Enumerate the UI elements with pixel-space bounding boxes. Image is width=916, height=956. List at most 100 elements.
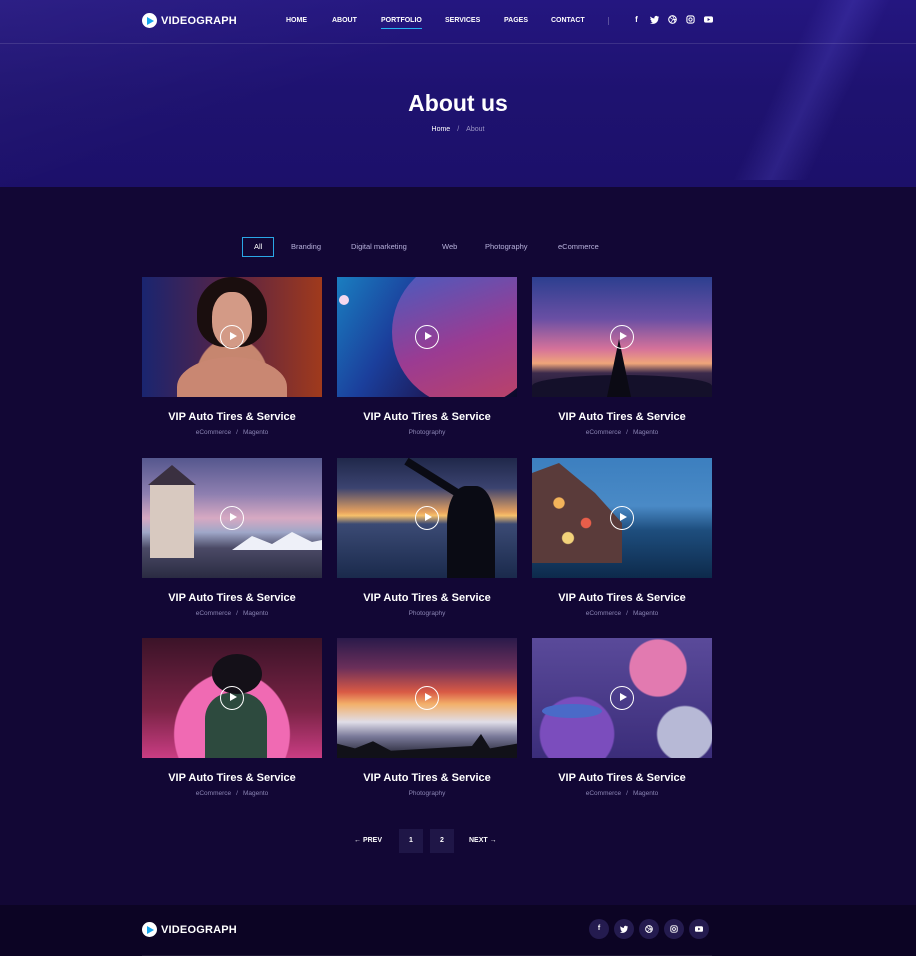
filter-all[interactable]: All [242,237,275,257]
category-label[interactable]: Magento [633,790,658,797]
portfolio-thumbnail[interactable] [337,277,517,397]
portfolio-title[interactable]: VIP Auto Tires & Service [337,592,517,604]
filter-photography[interactable]: Photography [485,237,528,257]
category-label[interactable]: eCommerce [196,790,231,797]
filter-digital-marketing[interactable]: Digital marketing [351,237,407,257]
play-icon[interactable] [415,686,439,710]
category-separator: / [626,610,628,617]
pagination-page-1[interactable]: 1 [399,829,423,853]
nav-contact[interactable]: CONTACT [551,17,585,24]
portfolio-title[interactable]: VIP Auto Tires & Service [142,411,322,423]
thumbnail-art [392,277,517,397]
play-logo-icon [142,13,157,28]
category-separator: / [236,610,238,617]
youtube-icon[interactable] [689,919,709,939]
play-icon[interactable] [610,686,634,710]
thumbnail-art [339,295,349,305]
play-icon[interactable] [220,686,244,710]
category-label[interactable]: Magento [243,610,268,617]
play-icon[interactable] [610,325,634,349]
portfolio-thumbnail[interactable] [142,458,322,578]
breadcrumb-home[interactable]: Home [432,126,451,133]
category-label[interactable]: eCommerce [586,790,621,797]
category-label[interactable]: eCommerce [586,610,621,617]
instagram-icon[interactable] [686,15,695,24]
thumbnail-art [148,465,196,558]
portfolio-categories: Photography [337,790,517,797]
breadcrumb-separator: / [457,126,460,133]
pagination-next[interactable]: NEXT → [469,837,497,844]
thumbnail-art [404,458,462,498]
instagram-icon[interactable] [664,919,684,939]
filter-ecommerce[interactable]: eCommerce [558,237,599,257]
youtube-icon[interactable] [704,15,713,24]
portfolio-title[interactable]: VIP Auto Tires & Service [532,592,712,604]
portfolio-section: All Branding Digital marketing Web Photo… [0,187,916,905]
portfolio-card[interactable]: VIP Auto Tires & Service eCommerce / Magen… [142,458,322,617]
category-label[interactable]: eCommerce [586,429,621,436]
nav-portfolio[interactable]: PORTFOLIO [381,17,422,29]
play-icon[interactable] [610,506,634,530]
nav-services[interactable]: SERVICES [445,17,480,24]
facebook-icon[interactable]: f [589,919,609,939]
play-icon[interactable] [220,506,244,530]
nav-about[interactable]: ABOUT [332,17,357,24]
filter-branding[interactable]: Branding [291,237,321,257]
portfolio-thumbnail[interactable] [337,458,517,578]
portfolio-title[interactable]: VIP Auto Tires & Service [142,592,322,604]
category-label[interactable]: eCommerce [196,429,231,436]
category-label[interactable]: Magento [633,610,658,617]
category-label[interactable]: eCommerce [196,610,231,617]
portfolio-title[interactable]: VIP Auto Tires & Service [337,411,517,423]
portfolio-thumbnail[interactable] [142,277,322,397]
portfolio-card[interactable]: VIP Auto Tires & Service eCommerce / Magen… [532,277,712,436]
brand-name: VIDEOGRAPH [161,14,237,27]
dribbble-icon[interactable] [639,919,659,939]
portfolio-card[interactable]: VIP Auto Tires & Service eCommerce / Magen… [142,638,322,797]
pagination-prev[interactable]: ← PREV [354,837,382,844]
thumbnail-art [232,532,322,550]
portfolio-thumbnail[interactable] [142,638,322,758]
portfolio-title[interactable]: VIP Auto Tires & Service [337,772,517,784]
twitter-icon[interactable] [614,919,634,939]
footer-brand-name: VIDEOGRAPH [161,923,237,936]
facebook-icon[interactable]: f [632,15,641,24]
portfolio-thumbnail[interactable] [532,277,712,397]
portfolio-title[interactable]: VIP Auto Tires & Service [532,411,712,423]
nav-divider [608,17,609,25]
portfolio-card[interactable]: VIP Auto Tires & Service Photography [337,638,517,797]
category-label[interactable]: Magento [243,429,268,436]
category-label[interactable]: Photography [409,610,446,617]
logo[interactable]: VIDEOGRAPH [142,13,237,28]
portfolio-title[interactable]: VIP Auto Tires & Service [142,772,322,784]
page-header: VIDEOGRAPH HOME ABOUT PORTFOLIO SERVICES… [0,0,916,187]
portfolio-thumbnail[interactable] [532,458,712,578]
breadcrumb-current: About [466,126,485,133]
thumbnail-art [532,463,622,563]
category-label[interactable]: Photography [409,790,446,797]
dribbble-icon[interactable] [668,15,677,24]
top-navigation: VIDEOGRAPH HOME ABOUT PORTFOLIO SERVICES… [0,0,916,44]
category-label[interactable]: Photography [409,429,446,436]
category-label[interactable]: Magento [243,790,268,797]
portfolio-title[interactable]: VIP Auto Tires & Service [532,772,712,784]
portfolio-thumbnail[interactable] [337,638,517,758]
nav-pages[interactable]: PAGES [504,17,528,24]
portfolio-card[interactable]: VIP Auto Tires & Service Photography [337,458,517,617]
twitter-icon[interactable] [650,15,659,24]
portfolio-card[interactable]: VIP Auto Tires & Service eCommerce / Magen… [532,458,712,617]
category-label[interactable]: Magento [633,429,658,436]
portfolio-card[interactable]: VIP Auto Tires & Service eCommerce / Magen… [532,638,712,797]
nav-home[interactable]: HOME [286,17,307,24]
portfolio-thumbnail[interactable] [532,638,712,758]
play-icon[interactable] [220,325,244,349]
category-separator: / [236,429,238,436]
page-title: About us [408,90,508,116]
portfolio-card[interactable]: VIP Auto Tires & Service eCommerce / Magen… [142,277,322,436]
portfolio-card[interactable]: VIP Auto Tires & Service Photography [337,277,517,436]
pagination-page-2[interactable]: 2 [430,829,454,853]
footer-logo[interactable]: VIDEOGRAPH [142,922,237,937]
filter-web[interactable]: Web [442,237,457,257]
play-icon[interactable] [415,506,439,530]
play-icon[interactable] [415,325,439,349]
